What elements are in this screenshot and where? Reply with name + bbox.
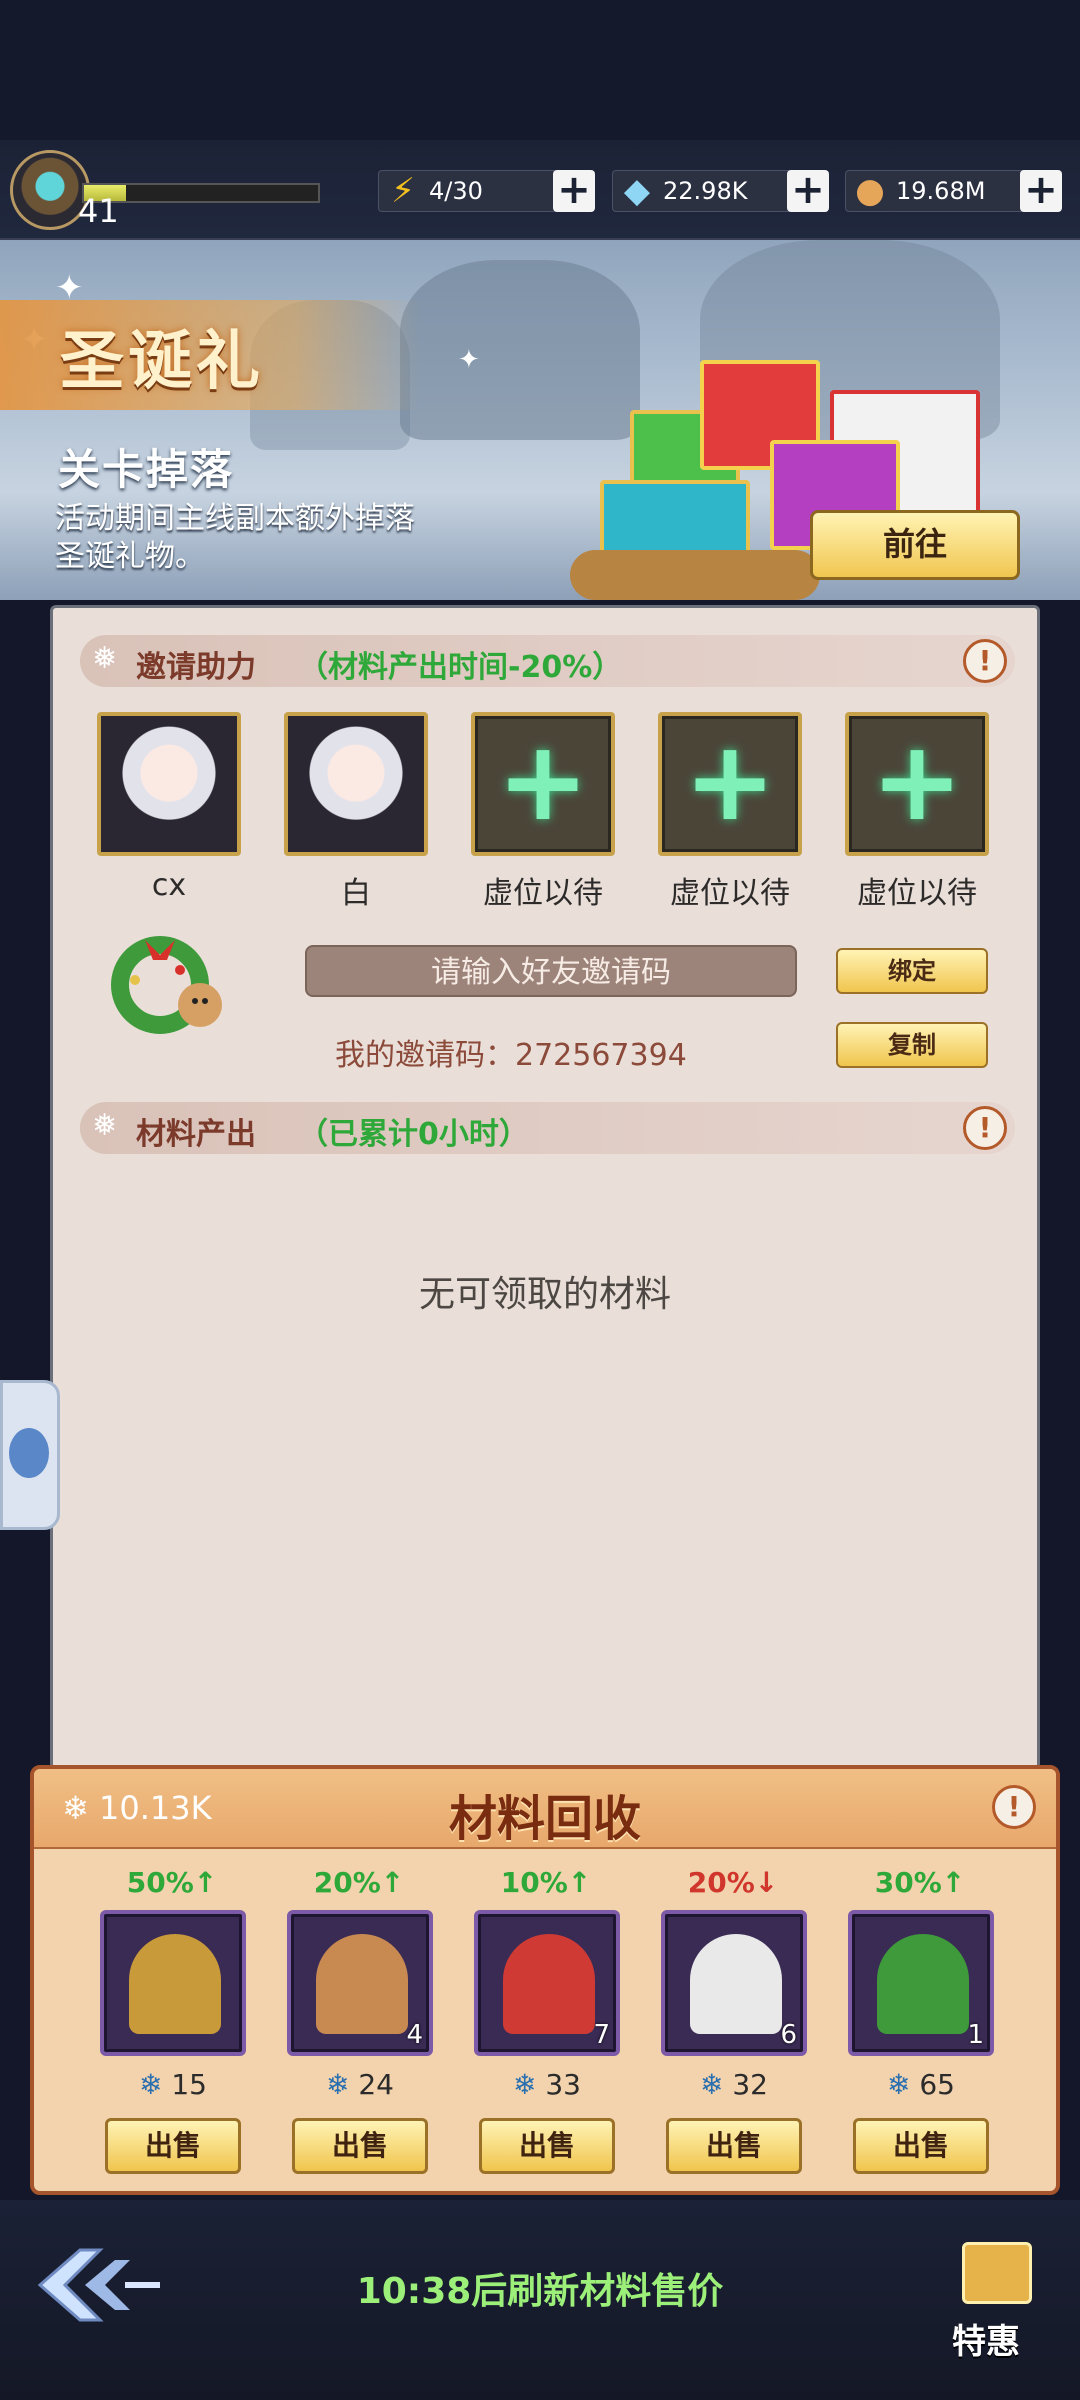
gold-value: 19.68M	[896, 177, 986, 205]
invite-slot-2[interactable]	[284, 712, 428, 856]
snowflake-ornament-icon: ❅	[92, 1108, 118, 1143]
price-trend: 50%↑	[126, 1866, 218, 1899]
my-invite-code: 我的邀请码：272567394	[335, 1038, 687, 1073]
add-gold-button[interactable]: +	[1020, 170, 1062, 212]
item-count: 1	[967, 2020, 984, 2050]
snowflake-icon: ❄	[138, 2068, 172, 2101]
goto-button[interactable]: 前往	[810, 510, 1020, 580]
item-price: ❄ 15	[100, 2068, 246, 2101]
invite-slot-3[interactable]: +	[471, 712, 615, 856]
item-price: ❄ 32	[661, 2068, 807, 2101]
bind-button[interactable]: 绑定	[836, 948, 988, 994]
copy-button[interactable]: 复制	[836, 1022, 988, 1068]
invite-slot-4[interactable]: +	[658, 712, 802, 856]
snowflake-ornament-icon: ❅	[92, 641, 118, 676]
recycle-item-slot[interactable]: 1	[848, 1910, 994, 2056]
snowflake-icon: ❄	[512, 2068, 546, 2101]
item-price: ❄ 33	[474, 2068, 620, 2101]
snowflake-icon: ❄	[886, 2068, 920, 2101]
price-trend: 20%↑	[313, 1866, 405, 1899]
recycle-item-slot[interactable]: 4	[287, 1910, 433, 2056]
candy-cane-icon	[690, 1934, 782, 2034]
item-price-value: 32	[732, 2068, 768, 2101]
energy-counter: ⚡ 4/30	[378, 170, 558, 212]
invite-slot-5[interactable]: +	[845, 712, 989, 856]
invite-info-icon[interactable]: !	[963, 639, 1007, 683]
recycle-item-slot[interactable]: 6	[661, 1910, 807, 2056]
player-level: 41	[78, 192, 119, 230]
event-subtitle: 关卡掉落	[58, 445, 235, 494]
recycle-item-slot[interactable]: 7	[474, 1910, 620, 2056]
price-trend: 20%↓	[687, 1866, 779, 1899]
sparkle-icon: ✦	[458, 345, 480, 375]
paw-icon	[9, 1428, 49, 1478]
gem-counter: ◆ 22.98K	[612, 170, 792, 212]
invite-slot-1[interactable]	[97, 712, 241, 856]
friend-avatar	[288, 716, 424, 852]
item-count: 7	[593, 2020, 610, 2050]
invite-header-label: 邀请助力	[136, 650, 256, 685]
snowflake-icon: ❄	[699, 2068, 733, 2101]
special-offer-label: 特惠	[952, 2322, 1020, 2362]
item-price-value: 15	[171, 2068, 207, 2101]
recycle-item-slot[interactable]	[100, 1910, 246, 2056]
special-offer-button[interactable]: 特惠	[940, 2230, 1050, 2370]
recycle-info-icon[interactable]: !	[992, 1785, 1036, 1829]
wreath-reindeer-icon	[111, 936, 222, 1034]
price-trend: 10%↑	[500, 1866, 592, 1899]
empty-materials-message: 无可领取的材料	[418, 1274, 671, 1315]
system-status-area	[0, 0, 1080, 150]
item-price-value: 65	[919, 2068, 955, 2101]
plus-icon: +	[683, 717, 777, 845]
invite-slot-name: 虚位以待	[670, 876, 790, 911]
gold-counter: ● 19.68M	[845, 170, 1045, 212]
sell-button[interactable]: 出售	[105, 2118, 241, 2174]
output-info-icon[interactable]: !	[963, 1106, 1007, 1150]
invite-header-note: （材料产出时间-20%）	[298, 650, 623, 685]
gem-value: 22.98K	[663, 177, 748, 205]
sell-button[interactable]: 出售	[853, 2118, 989, 2174]
friend-avatar	[101, 716, 237, 852]
stocking-icon	[503, 1934, 595, 2034]
recycle-header: ❄ 10.13K 材料回收 !	[34, 1769, 1056, 1849]
item-count: 4	[406, 2020, 423, 2050]
diamond-icon: ◆	[623, 171, 651, 211]
add-energy-button[interactable]: +	[553, 170, 595, 212]
invite-slot-name: 白	[341, 876, 371, 911]
side-drawer-tab[interactable]	[0, 1380, 60, 1530]
invite-slot-name: 虚位以待	[857, 876, 977, 911]
coin-icon: ●	[855, 171, 885, 211]
snowflake-icon: ❄	[325, 2068, 359, 2101]
item-count: 6	[780, 2020, 797, 2050]
sell-button[interactable]: 出售	[292, 2118, 428, 2174]
item-price: ❄ 65	[848, 2068, 994, 2101]
add-gems-button[interactable]: +	[787, 170, 829, 212]
plus-icon: +	[496, 717, 590, 845]
output-header-label: 材料产出	[136, 1117, 256, 1152]
invite-slot-name: cx	[151, 868, 187, 903]
item-price-value: 24	[358, 2068, 394, 2101]
reindeer-icon	[316, 1934, 408, 2034]
output-section-header: ❅ 材料产出 （已累计0小时） !	[80, 1102, 1015, 1154]
item-price: ❄ 24	[287, 2068, 433, 2101]
sell-button[interactable]: 出售	[479, 2118, 615, 2174]
price-trend: 30%↑	[874, 1866, 966, 1899]
invite-code-input[interactable]: 请输入好友邀请码	[305, 945, 797, 997]
lightning-icon: ⚡	[391, 171, 415, 211]
event-title: 圣诞礼	[60, 325, 264, 399]
plus-icon: +	[870, 717, 964, 845]
energy-value: 4/30	[429, 177, 483, 205]
event-description: 活动期间主线副本额外掉落圣诞礼物。	[55, 501, 415, 574]
refresh-countdown: 10:38后刷新材料售价	[356, 2271, 724, 2312]
bell-icon	[129, 1934, 221, 2034]
sell-button[interactable]: 出售	[666, 2118, 802, 2174]
gift-box-icon	[962, 2242, 1032, 2304]
output-header-note: （已累计0小时）	[298, 1117, 529, 1152]
item-price-value: 33	[545, 2068, 581, 2101]
invite-slot-name: 虚位以待	[483, 876, 603, 911]
recycle-title: 材料回收	[448, 1791, 641, 1847]
wreath-icon	[877, 1934, 969, 2034]
invite-section-header: ❅ 邀请助力 （材料产出时间-20%） !	[80, 635, 1015, 687]
